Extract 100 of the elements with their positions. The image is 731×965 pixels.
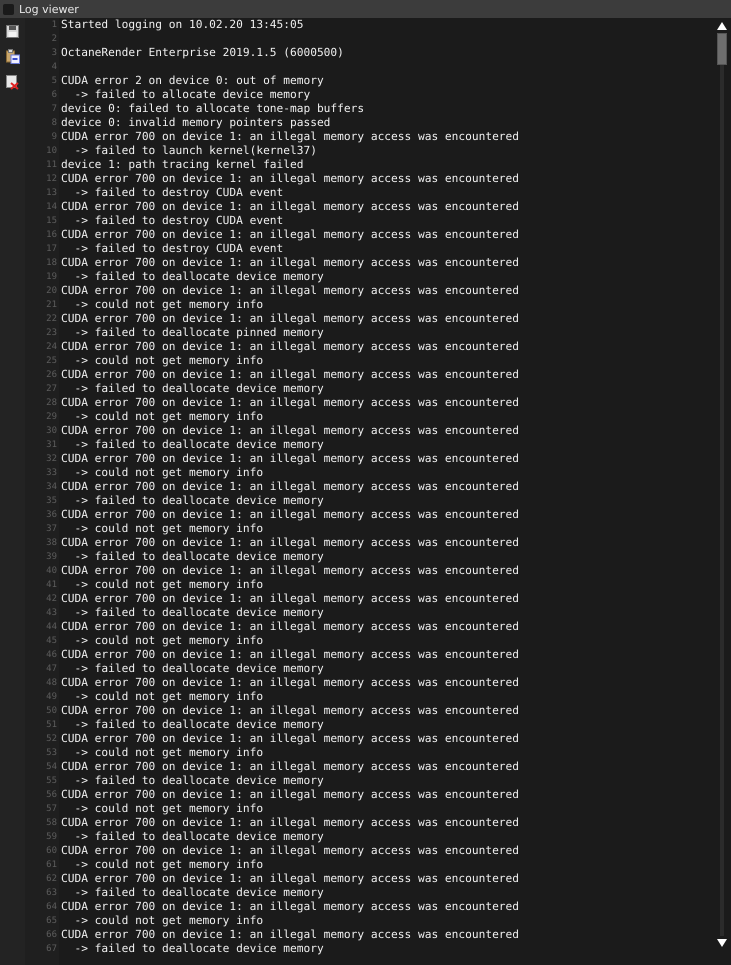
log-line: -> failed to deallocate pinned memory [73, 326, 324, 339]
log-line: -> failed to deallocate device memory [73, 830, 324, 843]
log-line: CUDA error 700 on device 1: an illegal memory access was encountered [61, 200, 520, 213]
log-line: -> could not get memory info [73, 522, 264, 535]
line-number: 57 [45, 803, 57, 816]
line-number: 22 [45, 313, 57, 326]
log-line: CUDA error 700 on device 1: an illegal memory access was encountered [61, 816, 520, 829]
log-line: CUDA error 700 on device 1: an illegal memory access was encountered [61, 844, 520, 857]
log-line: CUDA error 700 on device 1: an illegal memory access was encountered [61, 340, 520, 353]
log-line: OctaneRender Enterprise 2019.1.5 (6000500) [61, 46, 344, 59]
log-line: CUDA error 700 on device 1: an illegal memory access was encountered [61, 760, 520, 773]
log-line: -> could not get memory info [73, 354, 264, 367]
log-line: CUDA error 700 on device 1: an illegal memory access was encountered [61, 676, 520, 689]
line-number: 10 [45, 145, 57, 158]
line-number: 65 [45, 915, 57, 928]
line-number: 58 [45, 817, 57, 830]
line-number: 40 [45, 565, 57, 578]
line-number: 18 [45, 257, 57, 270]
line-number: 41 [45, 579, 57, 592]
log-line: CUDA error 700 on device 1: an illegal memory access was encountered [61, 648, 520, 661]
log-line: CUDA error 700 on device 1: an illegal memory access was encountered [61, 312, 520, 325]
line-number: 42 [45, 593, 57, 606]
log-line: -> failed to deallocate device memory [73, 662, 324, 675]
line-number: 21 [45, 299, 57, 312]
line-number: 35 [45, 495, 57, 508]
log-line: -> could not get memory info [73, 298, 264, 311]
line-number: 54 [45, 761, 57, 774]
line-number: 14 [45, 201, 57, 214]
line-number: 27 [45, 383, 57, 396]
log-line: CUDA error 700 on device 1: an illegal memory access was encountered [61, 872, 520, 885]
log-line: -> failed to deallocate device memory [73, 494, 324, 507]
line-number: 63 [45, 887, 57, 900]
line-number: 20 [45, 285, 57, 298]
line-number: 67 [45, 943, 57, 956]
scroll-up-icon[interactable] [717, 22, 727, 30]
line-number: 4 [50, 61, 57, 74]
log-line: CUDA error 700 on device 1: an illegal memory access was encountered [61, 788, 520, 801]
line-number: 12 [45, 173, 57, 186]
log-line: -> failed to deallocate device memory [73, 886, 324, 899]
log-line: CUDA error 700 on device 1: an illegal memory access was encountered [61, 130, 520, 143]
paste-text-icon[interactable] [6, 49, 20, 64]
line-number: 59 [45, 831, 57, 844]
log-line: device 0: failed to allocate tone-map buffers [61, 102, 364, 115]
line-number: 50 [45, 705, 57, 718]
window-checkbox-icon [3, 4, 14, 14]
log-line: device 0: invalid memory pointers passed [61, 116, 330, 129]
log-line: CUDA error 700 on device 1: an illegal memory access was encountered [61, 452, 520, 465]
line-number: 64 [45, 901, 57, 914]
line-number: 19 [45, 271, 57, 284]
clear-log-icon[interactable] [6, 75, 19, 90]
log-line: CUDA error 700 on device 1: an illegal memory access was encountered [61, 284, 520, 297]
log-line: CUDA error 700 on device 1: an illegal memory access was encountered [61, 900, 520, 913]
line-number: 48 [45, 677, 57, 690]
line-number: 29 [45, 411, 57, 424]
log-line: device 1: path tracing kernel failed [61, 158, 304, 171]
log-line: CUDA error 700 on device 1: an illegal memory access was encountered [61, 424, 520, 437]
line-number: 37 [45, 523, 57, 536]
line-number: 47 [45, 663, 57, 676]
log-line: -> could not get memory info [73, 914, 264, 927]
line-number: 49 [45, 691, 57, 704]
line-number: 38 [45, 537, 57, 550]
line-number: 26 [45, 369, 57, 382]
line-number: 61 [45, 859, 57, 872]
log-line: -> failed to deallocate device memory [73, 606, 324, 619]
line-number: 3 [50, 47, 57, 60]
scrollbar-thumb[interactable] [717, 33, 727, 65]
line-number: 39 [45, 551, 57, 564]
log-line: -> failed to allocate device memory [73, 88, 310, 101]
line-number: 7 [50, 103, 57, 116]
log-line: -> failed to destroy CUDA event [73, 186, 284, 199]
log-line: CUDA error 700 on device 1: an illegal memory access was encountered [61, 368, 520, 381]
log-line: CUDA error 700 on device 1: an illegal memory access was encountered [61, 508, 520, 521]
log-line: -> could not get memory info [73, 858, 264, 871]
line-number: 6 [50, 89, 57, 102]
line-number: 34 [45, 481, 57, 494]
log-line: -> could not get memory info [73, 578, 264, 591]
log-line: -> failed to deallocate device memory [73, 942, 324, 955]
log-line: -> could not get memory info [73, 410, 264, 423]
log-line: CUDA error 700 on device 1: an illegal memory access was encountered [61, 564, 520, 577]
log-line: -> failed to deallocate device memory [73, 438, 324, 451]
line-number: 46 [45, 649, 57, 662]
line-number: 33 [45, 467, 57, 480]
log-line: CUDA error 700 on device 1: an illegal memory access was encountered [61, 592, 520, 605]
log-line: CUDA error 700 on device 1: an illegal memory access was encountered [61, 480, 520, 493]
line-number: 32 [45, 453, 57, 466]
line-number: 30 [45, 425, 57, 438]
line-number: 11 [45, 159, 57, 172]
log-line: -> failed to deallocate device memory [73, 774, 324, 787]
line-number: 2 [50, 33, 57, 46]
line-number: 44 [45, 621, 57, 634]
log-line: CUDA error 700 on device 1: an illegal memory access was encountered [61, 256, 520, 269]
line-number: 52 [45, 733, 57, 746]
save-icon[interactable] [6, 25, 19, 38]
log-line: -> could not get memory info [73, 746, 264, 759]
scroll-down-icon[interactable] [717, 939, 727, 947]
line-number: 53 [45, 747, 57, 760]
line-number: 1 [50, 19, 57, 32]
line-number: 56 [45, 789, 57, 802]
log-line: -> could not get memory info [73, 802, 264, 815]
line-number: 60 [45, 845, 57, 858]
